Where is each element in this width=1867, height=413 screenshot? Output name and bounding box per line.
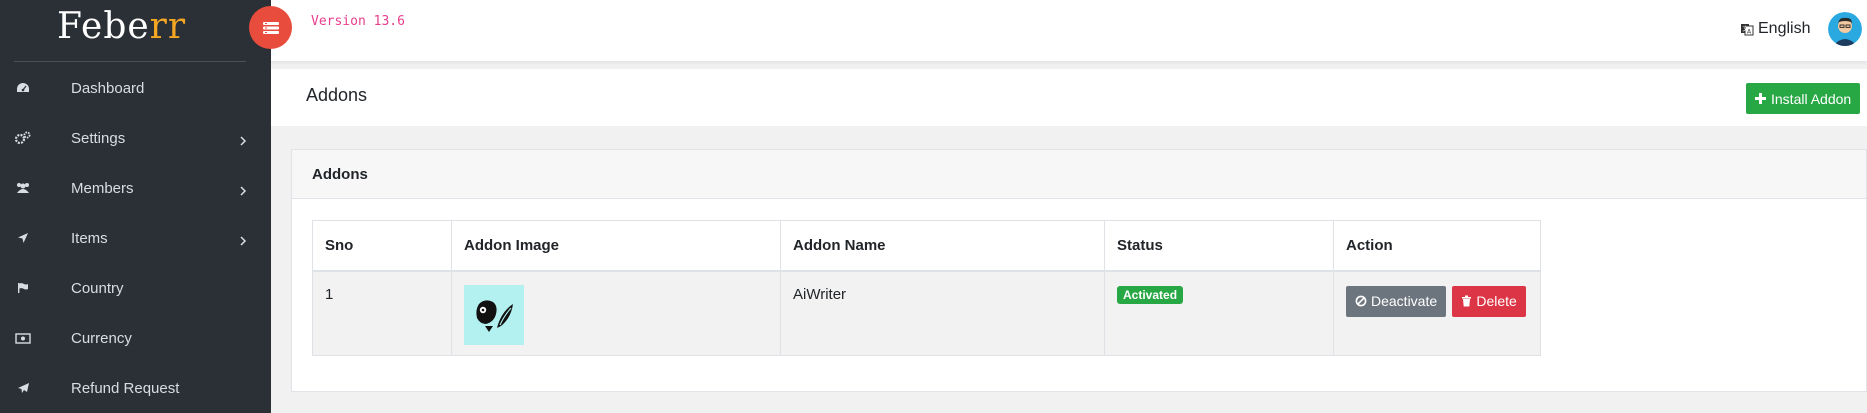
menu-icon <box>262 21 279 34</box>
brand-logo[interactable]: Feberr <box>0 0 271 60</box>
cell-action: Deactivate Delete <box>1333 270 1541 356</box>
flag-icon <box>15 280 31 296</box>
sidebar-item-dashboard[interactable]: Dashboard <box>0 63 271 113</box>
delete-button[interactable]: Delete <box>1452 285 1526 317</box>
column-header-sno: Sno <box>312 220 452 272</box>
sidebar-item-label: Currency <box>71 329 132 347</box>
trash-icon <box>1462 295 1472 307</box>
sidebar-item-label: Members <box>71 179 134 197</box>
column-header-addon-name: Addon Name <box>780 220 1105 272</box>
install-addon-label: Install Addon <box>1771 90 1852 107</box>
logo-text: Feberr <box>57 6 187 47</box>
sidebar-item-label: Dashboard <box>71 79 145 97</box>
language-label: English <box>1758 20 1811 37</box>
users-icon <box>15 180 31 196</box>
sidebar-item-members[interactable]: Members <box>0 163 271 213</box>
plus-icon <box>1755 93 1766 104</box>
sidebar-item-country[interactable]: Country <box>0 263 271 313</box>
language-icon: 文 A <box>1741 24 1754 36</box>
addons-card: Addons Sno Addon Image Addon Name Status… <box>291 149 1867 392</box>
column-header-status: Status <box>1104 220 1334 272</box>
version-label: Version 13.6 <box>311 14 405 29</box>
sidebar-item-settings[interactable]: Settings <box>0 113 271 163</box>
addons-table: Sno Addon Image Addon Name Status Action… <box>312 220 1541 356</box>
sidebar-item-label: Country <box>71 279 124 297</box>
deactivate-label: Deactivate <box>1371 293 1438 309</box>
sidebar-item-currency[interactable]: Currency <box>0 313 271 363</box>
sidebar-menu: Dashboard Settings Members Items Country… <box>0 63 271 413</box>
deactivate-button[interactable]: Deactivate <box>1346 285 1447 317</box>
install-addon-button[interactable]: Install Addon <box>1746 83 1861 114</box>
sidebar-divider <box>14 61 246 62</box>
sidebar-item-label: Settings <box>71 129 126 147</box>
delete-label: Delete <box>1476 293 1517 309</box>
chevron-right-icon <box>238 183 248 196</box>
send-icon <box>15 380 31 396</box>
dashboard-icon <box>15 80 31 96</box>
sidebar-toggle-button[interactable] <box>249 6 292 49</box>
ban-icon <box>1355 295 1367 307</box>
card-title: Addons <box>292 150 1866 199</box>
table-header-row: Sno Addon Image Addon Name Status Action <box>312 220 1541 272</box>
status-badge: Activated <box>1117 285 1184 304</box>
money-icon <box>15 330 31 346</box>
avatar[interactable] <box>1828 12 1862 46</box>
user-avatar-icon <box>1828 12 1862 46</box>
cell-status: Activated <box>1104 270 1334 356</box>
page-header: Addons <box>271 69 1867 126</box>
top-navbar <box>271 0 1867 62</box>
sidebar-item-refund-request[interactable]: Refund Request <box>0 363 271 413</box>
sidebar: Feberr Dashboard Settings Members Items … <box>0 0 271 413</box>
addon-image <box>464 284 524 345</box>
chevron-right-icon <box>238 133 248 146</box>
sidebar-item-label: Refund Request <box>71 379 180 397</box>
sidebar-item-items[interactable]: Items <box>0 213 271 263</box>
location-arrow-icon <box>15 230 31 246</box>
sidebar-item-label: Items <box>71 229 108 247</box>
language-selector[interactable]: 文 A English <box>1740 18 1810 40</box>
cogs-icon <box>15 130 31 146</box>
column-header-action: Action <box>1333 220 1541 272</box>
cell-sno: 1 <box>312 270 452 356</box>
aiwriter-logo-icon <box>476 299 513 332</box>
table-row: 1 AiWriter Activated Deactivate Delete <box>312 270 1541 356</box>
cell-addon-name: AiWriter <box>780 270 1105 356</box>
chevron-right-icon <box>238 233 248 246</box>
page-title: Addons <box>306 85 368 105</box>
column-header-addon-image: Addon Image <box>451 220 781 272</box>
cell-addon-image <box>451 270 781 356</box>
